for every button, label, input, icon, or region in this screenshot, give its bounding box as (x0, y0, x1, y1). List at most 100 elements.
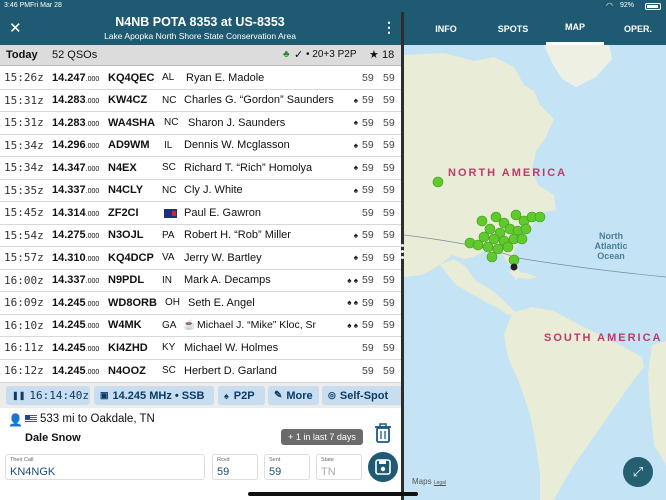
rst-rcvd: 59 (383, 296, 395, 309)
close-icon[interactable]: ✕ (9, 19, 22, 37)
antenna-icon: ◎ (328, 390, 336, 400)
rcvd-field[interactable]: Rcvd 59 (212, 454, 258, 480)
qso-state: KY (162, 342, 176, 354)
p2p-button[interactable]: ♠ P2P (218, 386, 265, 405)
station-name: Dale Snow (25, 432, 81, 444)
more-label: More (286, 389, 313, 402)
wifi-icon: ◠ (606, 1, 613, 10)
map-marker (482, 241, 494, 253)
table-row[interactable]: 15:31z 14.283.000 KW4CZ NC Charles G. “G… (0, 89, 401, 112)
qso-time: 15:54z (4, 228, 44, 242)
clock-button[interactable]: ❚❚ 16:14:40z (6, 386, 90, 405)
operation-subtitle: Lake Apopka North Shore State Conservati… (104, 31, 296, 41)
sent-label: Sent (269, 457, 281, 463)
table-row[interactable]: 16:11z 14.245.000 KI4ZHD KY Michael W. H… (0, 337, 401, 360)
fullscreen-icon[interactable]: ⤢ (623, 457, 653, 487)
qso-callsign: WD8ORB (108, 296, 157, 309)
rst-sent: 59 (362, 161, 374, 174)
qso-name: Seth E. Angel (188, 296, 255, 309)
pause-icon: ❚❚ (12, 391, 26, 400)
sent-value: 59 (269, 466, 282, 478)
state-label: State (321, 457, 334, 463)
qso-frequency: 14.245.000 (52, 296, 100, 309)
table-row[interactable]: 15:57z 14.310.000 KQ4DCP VA Jerry W. Bar… (0, 247, 401, 270)
qso-time: 16:12z (4, 364, 44, 378)
more-button[interactable]: ✎ More (268, 386, 319, 405)
rst-sent: 59 (362, 229, 374, 242)
summary-bar: Today 52 QSOs ♣ ✓ • 20+3 P2P ★ 18 (0, 45, 401, 66)
home-marker (510, 263, 518, 271)
table-row[interactable]: 15:34z 14.296.000 AD9WM IL Dennis W. Mcg… (0, 134, 401, 157)
their-call-value: KN4NGK (10, 466, 56, 478)
qso-time: 15:57z (4, 251, 44, 265)
status-date: Fri Mar 28 (30, 2, 62, 9)
tab-spots[interactable]: SPOTS (484, 12, 542, 45)
save-button[interactable] (368, 452, 398, 482)
rst-sent: 59 (362, 71, 374, 84)
table-row[interactable]: 16:12z 14.245.000 N4OOZ SC Herbert D. Ga… (0, 359, 401, 383)
qso-callsign: N4CLY (108, 184, 144, 197)
self-spot-button[interactable]: ◎ Self-Spot (322, 386, 401, 405)
p2p-stats: • 20+3 P2P (306, 49, 357, 60)
qso-time: 15:31z (4, 116, 44, 130)
table-row[interactable]: 15:35z 14.337.000 N4CLY NC Cly J. White … (0, 179, 401, 202)
trash-icon[interactable] (374, 423, 392, 443)
table-row[interactable]: 15:45z 14.314.000 ZF2CI Paul E. Gawron 5… (0, 202, 401, 225)
rst-rcvd: 59 (383, 251, 395, 264)
qso-name: Herbert D. Garland (184, 364, 277, 377)
qso-state: NC (162, 94, 177, 106)
table-row[interactable]: 16:00z 14.337.000 N9PDL IN Mark A. Decam… (0, 269, 401, 292)
tab-operation[interactable]: OPER. (610, 12, 666, 45)
tab-map[interactable]: MAP (546, 12, 604, 45)
cayman-flag-icon (164, 209, 177, 218)
rst-rcvd: 59 (383, 229, 395, 242)
table-row[interactable]: 15:31z 14.283.000 WA4SHA NC Sharon J. Sa… (0, 112, 401, 135)
qso-state: SC (162, 162, 176, 174)
park-icon: ♠ (353, 185, 358, 195)
state-field[interactable]: State TN (316, 454, 362, 480)
coffee-icon: ☕ (183, 319, 196, 331)
qso-callsign: W4MK (108, 319, 142, 332)
tab-info[interactable]: INFO (422, 12, 470, 45)
qso-state: VA (162, 252, 175, 264)
rst-rcvd: 59 (383, 184, 395, 197)
qso-name: Paul E. Gawron (184, 206, 262, 219)
more-vertical-icon[interactable]: ⋮ (382, 19, 396, 36)
rst-rcvd: 59 (383, 71, 395, 84)
rst-rcvd: 59 (383, 139, 395, 152)
table-row[interactable]: 15:54z 14.275.000 N3OJL PA Robert H. “Ro… (0, 224, 401, 247)
rst-rcvd: 59 (383, 94, 395, 107)
qso-state: SC (162, 365, 176, 377)
qso-frequency: 14.296.000 (52, 139, 100, 152)
qso-callsign: ZF2CI (108, 206, 139, 219)
qso-frequency: 14.337.000 (52, 274, 100, 287)
their-call-field[interactable]: Their Call KN4NGK (5, 454, 205, 480)
park-icon: ♠ (353, 118, 358, 128)
map-marker (534, 211, 546, 223)
qso-name: Ryan E. Madole (186, 71, 265, 84)
table-row[interactable]: 15:26z 14.247.000 KQ4QEC AL Ryan E. Mado… (0, 67, 401, 90)
rst-sent: 59 (362, 94, 374, 107)
table-row[interactable]: 16:09z 14.245.000 WD8ORB OH Seth E. Ange… (0, 292, 401, 315)
battery-percent: 92% (620, 2, 635, 9)
table-row[interactable]: 15:34z 14.347.000 N4EX SC Richard T. “Ri… (0, 157, 401, 180)
table-row[interactable]: 16:10z 14.245.000 W4MK GA ☕ Michael J. “… (0, 314, 401, 337)
frequency-button[interactable]: ▣ 14.245 MHz • SSB (94, 386, 214, 405)
qso-map[interactable]: NORTH AMERICA SOUTH AMERICA North Atlant… (404, 45, 666, 500)
park-icon: ♠ (353, 230, 358, 240)
park-icon: ♠ ♠ (347, 320, 358, 330)
map-canvas (404, 45, 666, 500)
sent-field[interactable]: Sent 59 (264, 454, 310, 480)
qso-frequency: 14.247.000 (52, 71, 100, 84)
map-marker (502, 241, 514, 253)
park-icon: ♠ (353, 95, 358, 105)
maps-attribution: Maps Legal (412, 477, 447, 486)
qso-time: 15:45z (4, 206, 44, 220)
qso-callsign: N9PDL (108, 274, 145, 287)
clock-label: 16:14:40z (29, 389, 90, 402)
qso-frequency: 14.310.000 (52, 251, 100, 264)
rst-sent: 59 (362, 274, 374, 287)
qso-frequency: 14.275.000 (52, 229, 100, 242)
rst-rcvd: 59 (383, 341, 395, 354)
map-marker (516, 233, 528, 245)
